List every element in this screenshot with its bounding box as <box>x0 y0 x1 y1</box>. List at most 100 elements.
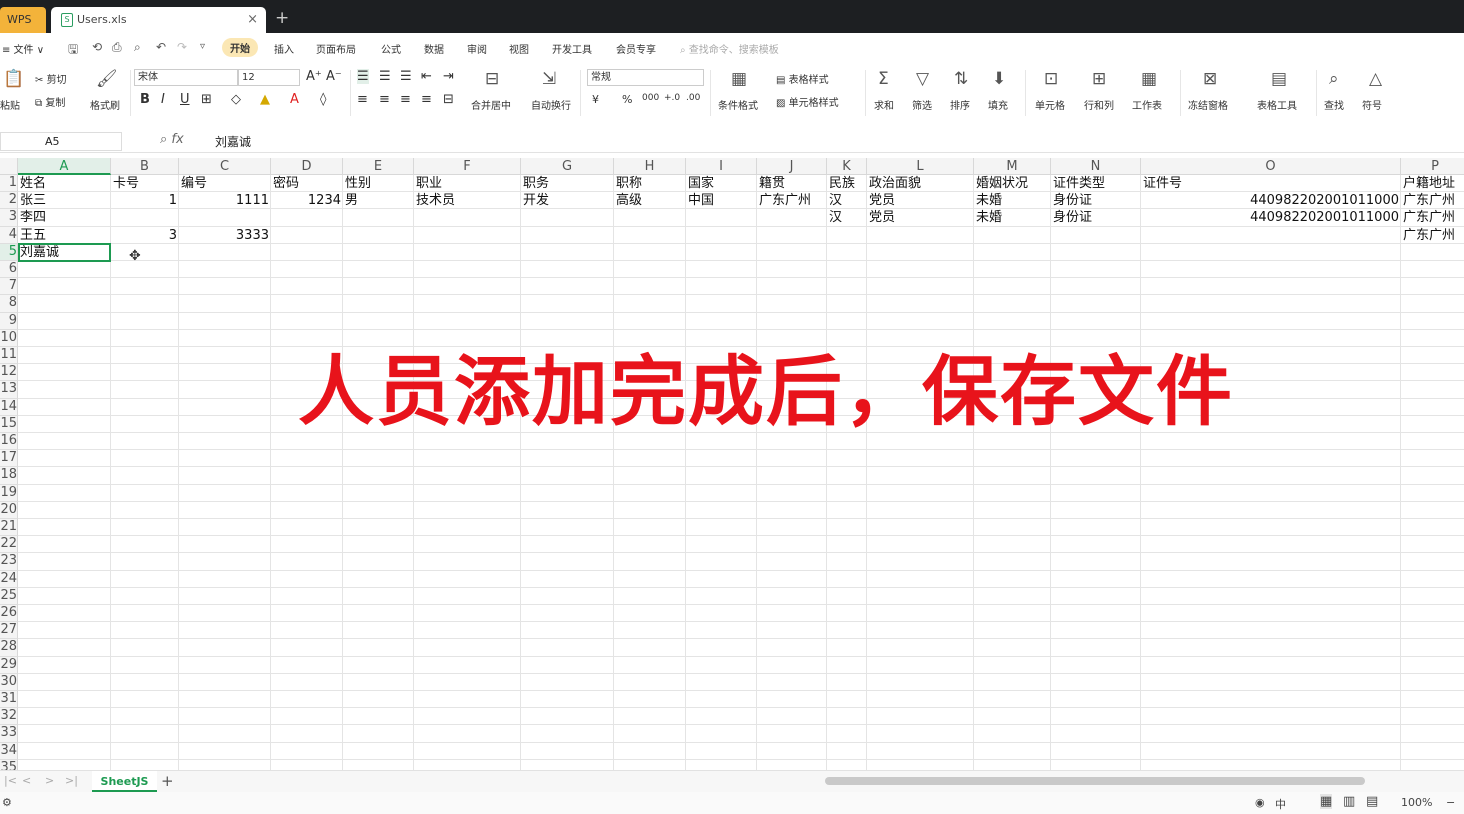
font-size-select[interactable]: 12 <box>238 69 300 86</box>
filter-label[interactable]: 筛选 <box>912 97 932 112</box>
row-header[interactable]: 1 <box>0 175 18 193</box>
currency-icon[interactable]: ¥ <box>592 93 599 106</box>
wrap-text-label[interactable]: 自动换行 <box>531 97 571 112</box>
border-icon[interactable]: ⊞ <box>201 92 212 107</box>
row-header[interactable]: 26 <box>0 605 18 623</box>
conditional-format-icon[interactable]: ▦ <box>731 69 747 89</box>
column-header-o[interactable]: O <box>1141 158 1401 175</box>
command-search[interactable]: ⌕ 查找命令、搜索模板 <box>680 41 779 56</box>
cell-l2[interactable]: 党员 <box>869 192 972 209</box>
ime-indicator[interactable]: 中 <box>1275 796 1286 812</box>
number-format-select[interactable]: 常规 <box>587 69 704 86</box>
cell-o2[interactable]: 440982202001011000 <box>1143 192 1399 209</box>
row-header[interactable]: 27 <box>0 622 18 640</box>
decrease-decimal-icon[interactable]: .00 <box>686 93 700 103</box>
row-header[interactable]: 33 <box>0 725 18 743</box>
undo-icon[interactable]: ↶ <box>156 40 166 54</box>
paste-label[interactable]: 粘贴 <box>0 97 20 112</box>
symbol-icon[interactable]: △ <box>1369 69 1382 89</box>
find-icon[interactable]: ⌕ <box>1329 69 1339 89</box>
select-all-corner[interactable] <box>0 158 18 175</box>
column-header-l[interactable]: L <box>867 158 974 175</box>
worksheet-icon[interactable]: ▦ <box>1141 69 1157 89</box>
merge-center-icon[interactable]: ⊟ <box>485 69 499 89</box>
cell-o1[interactable]: 证件号 <box>1143 175 1399 192</box>
column-header-k[interactable]: K <box>827 158 867 175</box>
cells-icon[interactable]: ⊡ <box>1044 69 1058 89</box>
cell-k2[interactable]: 汉 <box>829 192 865 209</box>
row-header[interactable]: 21 <box>0 519 18 537</box>
increase-decimal-icon[interactable]: +.0 <box>664 93 680 103</box>
redo-icon[interactable]: ↷ <box>177 40 187 54</box>
quick-access-dropdown-icon[interactable]: ▿ <box>200 41 205 52</box>
row-header[interactable]: 34 <box>0 742 18 760</box>
tab-insert[interactable]: 插入 <box>274 41 294 56</box>
cell-h2[interactable]: 高级 <box>616 192 684 209</box>
column-header-b[interactable]: B <box>111 158 179 175</box>
eye-protection-icon[interactable]: ◉ <box>1255 796 1265 809</box>
row-header[interactable]: 5 <box>0 243 18 261</box>
merge-center-label[interactable]: 合并居中 <box>471 97 511 112</box>
cell-m2[interactable]: 未婚 <box>976 192 1049 209</box>
cell-fill-icon[interactable]: ◇ <box>231 92 241 107</box>
column-header-a[interactable]: A <box>18 158 111 175</box>
cell-h1[interactable]: 职称 <box>616 175 684 192</box>
last-sheet-icon[interactable]: >| <box>65 774 78 787</box>
row-header[interactable]: 30 <box>0 673 18 691</box>
cell-b2[interactable]: 1 <box>113 192 177 209</box>
save-icon[interactable]: 🖫 <box>68 40 78 61</box>
column-header-j[interactable]: J <box>757 158 827 175</box>
row-header[interactable]: 2 <box>0 192 18 210</box>
tab-developer[interactable]: 开发工具 <box>552 41 592 56</box>
table-tools-icon[interactable]: ▤ <box>1271 69 1287 89</box>
row-header[interactable]: 9 <box>0 312 18 330</box>
row-header[interactable]: 17 <box>0 450 18 468</box>
tab-formulas[interactable]: 公式 <box>381 41 401 56</box>
align-left-icon[interactable]: ≡ <box>357 92 368 107</box>
column-header-i[interactable]: I <box>686 158 757 175</box>
row-header[interactable]: 6 <box>0 261 18 279</box>
row-header[interactable]: 3 <box>0 209 18 227</box>
cell-i2[interactable]: 中国 <box>688 192 755 209</box>
macro-icon[interactable]: ⚙ <box>2 796 12 809</box>
cells-label[interactable]: 单元格 <box>1035 97 1065 112</box>
table-style-button[interactable]: ▤ 表格样式 <box>776 71 829 86</box>
column-header-c[interactable]: C <box>179 158 271 175</box>
name-box[interactable]: A5 <box>0 132 122 151</box>
row-header[interactable]: 31 <box>0 691 18 709</box>
font-name-select[interactable]: 宋体 <box>134 69 238 86</box>
row-header[interactable]: 4 <box>0 226 18 244</box>
cell-c2[interactable]: 1111 <box>181 192 269 209</box>
zoom-level[interactable]: 100% <box>1401 796 1432 809</box>
cell-j1[interactable]: 籍贯 <box>759 175 825 192</box>
column-header-n[interactable]: N <box>1051 158 1141 175</box>
row-header[interactable]: 12 <box>0 364 18 382</box>
zoom-out-icon[interactable]: − <box>1446 796 1455 809</box>
row-header[interactable]: 16 <box>0 433 18 451</box>
sort-label[interactable]: 排序 <box>950 97 970 112</box>
page-break-view-icon[interactable]: ▤ <box>1366 794 1378 809</box>
cell-e2[interactable]: 男 <box>345 192 412 209</box>
menu-file[interactable]: ≡ 文件 ∨ <box>2 41 44 56</box>
row-header[interactable]: 19 <box>0 484 18 502</box>
align-bottom-icon[interactable]: ☰ <box>400 69 412 84</box>
row-header[interactable]: 22 <box>0 536 18 554</box>
freeze-panes-icon[interactable]: ⊠ <box>1203 69 1217 89</box>
cell-m1[interactable]: 婚姻状况 <box>976 175 1049 192</box>
format-painter-icon[interactable]: 🖌 <box>96 69 118 89</box>
cell-style-button[interactable]: ▨ 单元格样式 <box>776 94 839 109</box>
cell-k3[interactable]: 汉 <box>829 209 865 226</box>
print-icon[interactable]: ⎙ <box>112 40 122 55</box>
italic-icon[interactable]: I <box>161 92 165 107</box>
cell-a3[interactable]: 李四 <box>20 209 109 226</box>
cell-n2[interactable]: 身份证 <box>1053 192 1139 209</box>
column-header-f[interactable]: F <box>414 158 521 175</box>
cell-l1[interactable]: 政治面貌 <box>869 175 972 192</box>
file-tab[interactable]: S Users.xls × <box>51 7 266 33</box>
wps-home-tab[interactable]: WPS <box>0 7 46 33</box>
tab-home[interactable]: 开始 <box>222 38 258 57</box>
row-header[interactable]: 24 <box>0 570 18 588</box>
tab-page-layout[interactable]: 页面布局 <box>316 41 356 56</box>
cell-d1[interactable]: 密码 <box>273 175 341 192</box>
cell-f2[interactable]: 技术员 <box>416 192 519 209</box>
